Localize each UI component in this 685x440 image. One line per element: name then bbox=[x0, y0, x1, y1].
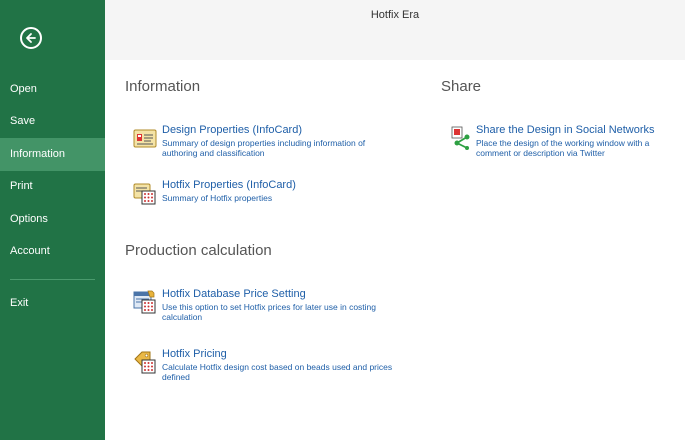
hotfix-properties-title: Hotfix Properties (InfoCard) bbox=[162, 179, 296, 191]
hotfix-properties-icon bbox=[133, 183, 156, 205]
sidebar-item-information[interactable]: Information bbox=[0, 138, 105, 171]
hotfix-pricing-desc: Calculate Hotfix design cost based on be… bbox=[162, 362, 393, 382]
back-arrow-icon bbox=[26, 33, 36, 43]
share-social-desc: Place the design of the working window w… bbox=[476, 138, 650, 158]
window-title: Hotfix Era bbox=[370, 9, 420, 21]
sidebar-item-save[interactable]: Save bbox=[0, 105, 105, 138]
production-heading: Production calculation bbox=[125, 242, 272, 259]
design-properties-title: Design Properties (InfoCard) bbox=[162, 124, 303, 136]
sidebar-item-exit[interactable]: Exit bbox=[0, 287, 105, 320]
share-social-item[interactable]: Share the Design in Social Networks Plac… bbox=[451, 124, 685, 164]
price-setting-item[interactable]: Hotfix Database Price Setting Use this o… bbox=[133, 288, 393, 328]
price-tag-icon bbox=[134, 351, 156, 374]
design-properties-icon bbox=[133, 129, 157, 148]
price-setting-icon bbox=[133, 290, 156, 314]
hotfix-properties-desc: Summary of Hotfix properties bbox=[162, 193, 273, 203]
sidebar-divider bbox=[10, 279, 95, 280]
sidebar-item-account[interactable]: Account bbox=[0, 235, 105, 268]
information-heading: Information bbox=[125, 78, 201, 95]
sidebar-item-open[interactable]: Open bbox=[0, 73, 105, 106]
back-button[interactable] bbox=[20, 27, 42, 49]
price-setting-title: Hotfix Database Price Setting bbox=[162, 288, 306, 300]
sidebar-item-options[interactable]: Options bbox=[0, 203, 105, 236]
design-properties-desc: Summary of design properties including i… bbox=[162, 138, 366, 158]
share-heading: Share bbox=[441, 78, 482, 95]
sidebar: Open Save Information Print Options Acco… bbox=[0, 0, 105, 440]
title-bar: Hotfix Era bbox=[105, 0, 685, 60]
share-social-title: Share the Design in Social Networks bbox=[476, 124, 655, 136]
design-properties-item[interactable]: Design Properties (InfoCard) Summary of … bbox=[133, 124, 393, 164]
hotfix-pricing-item[interactable]: Hotfix Pricing Calculate Hotfix design c… bbox=[133, 348, 393, 388]
hotfix-properties-item[interactable]: Hotfix Properties (InfoCard) Summary of … bbox=[133, 179, 393, 209]
share-icon bbox=[451, 126, 470, 150]
price-setting-desc: Use this option to set Hotfix prices for… bbox=[162, 302, 377, 322]
sidebar-item-print[interactable]: Print bbox=[0, 170, 105, 203]
hotfix-pricing-title: Hotfix Pricing bbox=[162, 348, 227, 360]
